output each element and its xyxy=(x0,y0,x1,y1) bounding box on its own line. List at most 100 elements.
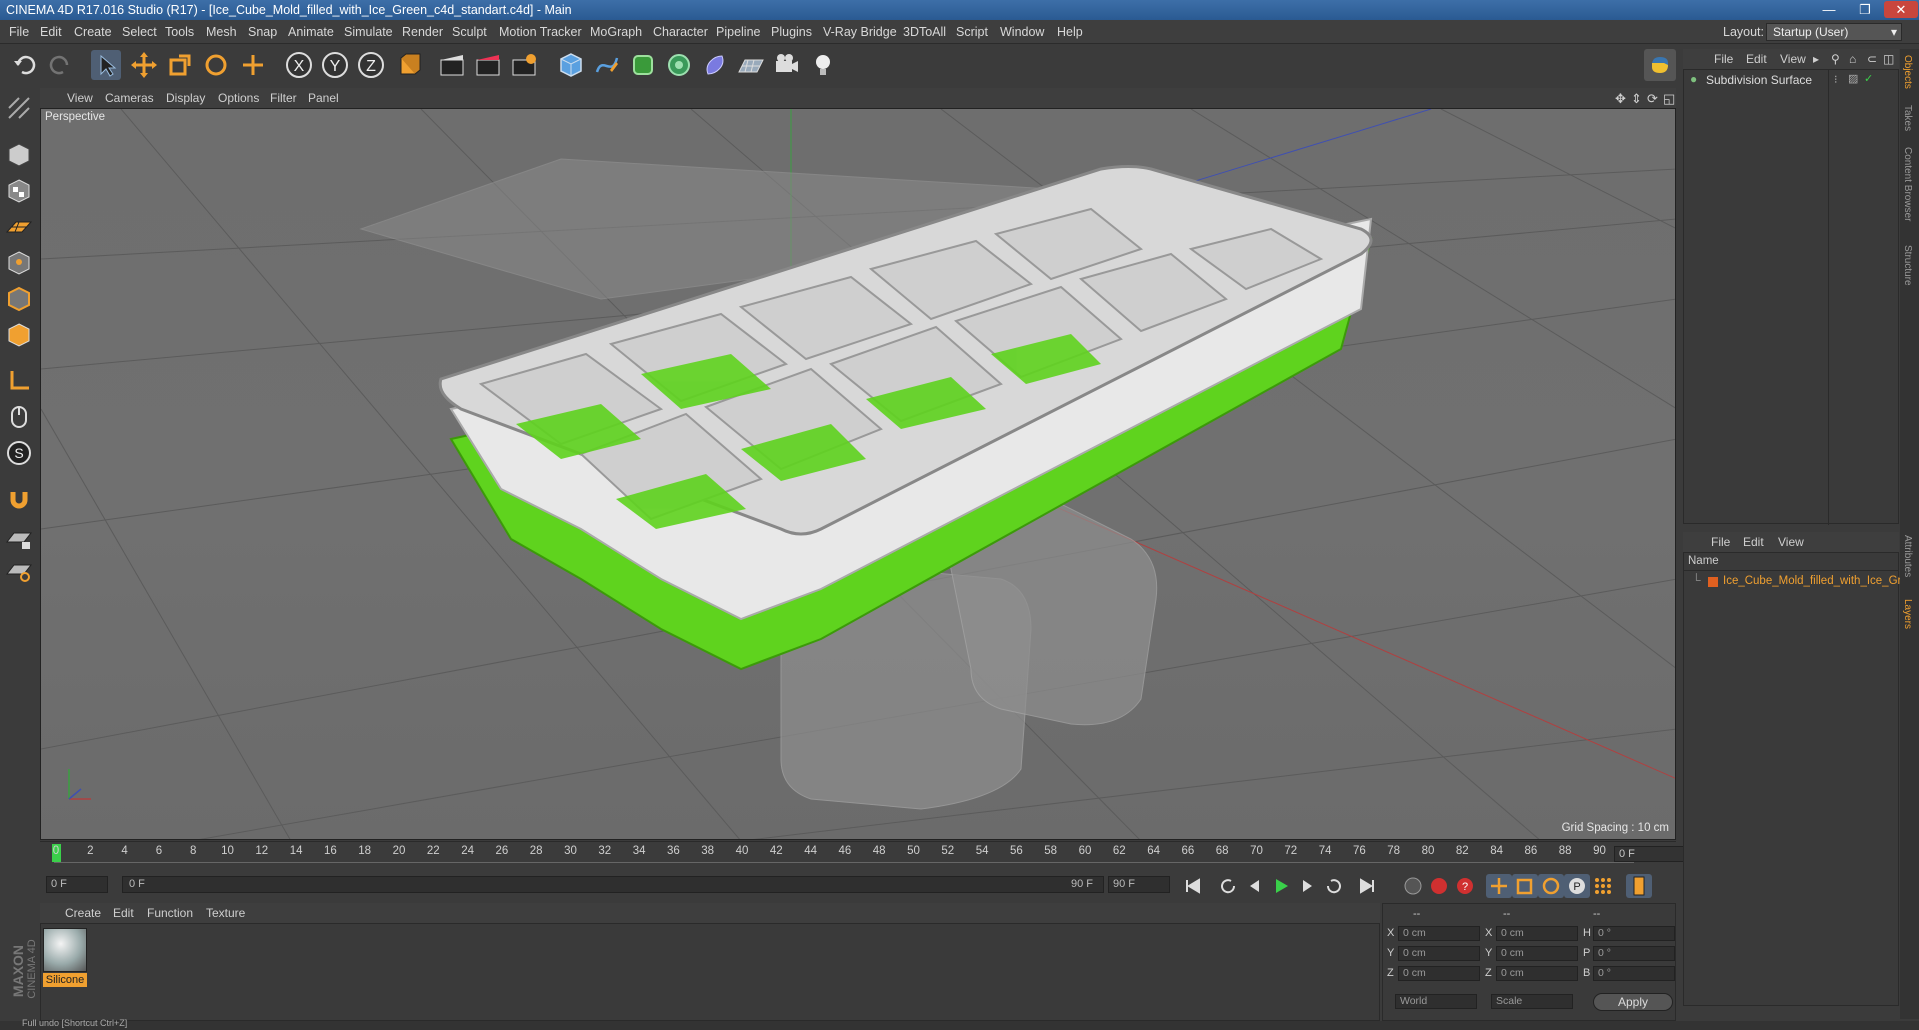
floor-button[interactable] xyxy=(736,50,766,80)
render-view-button[interactable] xyxy=(437,50,467,80)
light-button[interactable] xyxy=(808,50,838,80)
edges-mode-button[interactable] xyxy=(4,284,34,314)
cube-primitive-button[interactable] xyxy=(556,50,586,80)
coordinate-system-button[interactable] xyxy=(393,50,423,80)
render-settings-button[interactable] xyxy=(509,50,539,80)
perspective-viewport[interactable]: Perspective Grid Spacing : 10 cm xyxy=(40,108,1676,840)
bookmark-icon[interactable]: ⊂ xyxy=(1867,52,1877,66)
subdivision-surface-button[interactable] xyxy=(628,50,658,80)
select-tool-button[interactable] xyxy=(91,50,121,80)
timeline-ruler[interactable]: 0 2 4 6 8 10 12 14 16 18 20 22 24 26 28 30 32 34 36 38 40 42 4… xyxy=(40,841,1718,867)
axis-mode-button[interactable] xyxy=(4,366,34,396)
snap-button[interactable]: S xyxy=(4,438,34,468)
position-x-field[interactable]: 0 cm xyxy=(1398,926,1480,941)
menu-animate[interactable]: Animate xyxy=(288,25,334,39)
scale-tool-button[interactable] xyxy=(165,50,195,80)
menu-simulate[interactable]: Simulate xyxy=(344,25,393,39)
model-mode-button[interactable] xyxy=(4,140,34,170)
checkmark-icon[interactable]: ✓ xyxy=(1864,72,1873,85)
viewport-rotate-icon[interactable]: ⟳ xyxy=(1647,91,1658,107)
move-tool-button[interactable] xyxy=(129,50,159,80)
menu-file[interactable]: File xyxy=(9,25,29,39)
apply-button[interactable]: Apply xyxy=(1593,993,1673,1011)
material-name[interactable]: Silicone xyxy=(43,973,87,987)
size-mode-dropdown[interactable]: Scale xyxy=(1491,994,1573,1009)
rotate-tool-button[interactable] xyxy=(201,50,231,80)
tab-takes[interactable]: Takes xyxy=(1902,105,1913,131)
make-editable-button[interactable] xyxy=(4,93,34,123)
key-parameter-button[interactable]: P xyxy=(1564,874,1590,898)
close-button[interactable]: ✕ xyxy=(1884,1,1918,18)
viewport-menu-filter[interactable]: Filter xyxy=(270,91,297,105)
menu-create[interactable]: Create xyxy=(74,25,112,39)
previous-frame-button[interactable] xyxy=(1242,874,1268,898)
tab-layers[interactable]: Layers xyxy=(1902,599,1913,629)
objects-menu-file[interactable]: File xyxy=(1714,52,1733,66)
autokeying-button[interactable] xyxy=(1426,874,1452,898)
size-x-field[interactable]: 0 cm xyxy=(1496,926,1578,941)
coordinate-mode-dropdown[interactable]: World xyxy=(1395,994,1477,1009)
menu-vray-bridge[interactable]: V-Ray Bridge xyxy=(823,25,897,39)
material-menu-edit[interactable]: Edit xyxy=(113,906,134,920)
arrow-right-icon[interactable]: ▸ xyxy=(1813,52,1819,66)
previous-key-button[interactable] xyxy=(1216,874,1242,898)
menu-render[interactable]: Render xyxy=(402,25,443,39)
tab-content-browser[interactable]: Content Browser xyxy=(1902,147,1913,221)
viewport-menu-view[interactable]: View xyxy=(67,91,93,105)
lock-workplane-button[interactable] xyxy=(4,524,34,554)
texture-mode-button[interactable] xyxy=(4,176,34,206)
record-active-button[interactable] xyxy=(1400,874,1426,898)
menu-help[interactable]: Help xyxy=(1057,25,1083,39)
maximize-button[interactable]: ❐ xyxy=(1848,1,1882,18)
play-button[interactable] xyxy=(1268,874,1294,898)
deformer-button[interactable] xyxy=(700,50,730,80)
workplane-mode-button[interactable] xyxy=(4,212,34,242)
menu-window[interactable]: Window xyxy=(1000,25,1044,39)
tab-structure[interactable]: Structure xyxy=(1902,245,1913,286)
menu-edit[interactable]: Edit xyxy=(40,25,62,39)
viewport-maximize-icon[interactable]: ◱ xyxy=(1663,91,1675,107)
layers-menu-file[interactable]: File xyxy=(1711,535,1730,549)
material-thumbnail[interactable] xyxy=(43,928,87,972)
planar-workplane-button[interactable] xyxy=(4,556,34,586)
viewport-menu-cameras[interactable]: Cameras xyxy=(105,91,154,105)
menu-pipeline[interactable]: Pipeline xyxy=(716,25,760,39)
key-position-button[interactable] xyxy=(1486,874,1512,898)
key-rotation-button[interactable] xyxy=(1538,874,1564,898)
go-to-end-button[interactable] xyxy=(1354,874,1380,898)
mograph-cloner-button[interactable] xyxy=(664,50,694,80)
tweak-mode-button[interactable] xyxy=(4,402,34,432)
menu-mesh[interactable]: Mesh xyxy=(206,25,237,39)
python-button[interactable] xyxy=(1644,49,1676,81)
menu-plugins[interactable]: Plugins xyxy=(771,25,812,39)
size-y-field[interactable]: 0 cm xyxy=(1496,946,1578,961)
menu-script[interactable]: Script xyxy=(956,25,988,39)
menu-mograph[interactable]: MoGraph xyxy=(590,25,642,39)
camera-button[interactable] xyxy=(772,50,802,80)
viewport-menu-panel[interactable]: Panel xyxy=(308,91,339,105)
search-icon[interactable]: ⚲ xyxy=(1831,52,1840,66)
next-key-button[interactable] xyxy=(1320,874,1346,898)
menu-sculpt[interactable]: Sculpt xyxy=(452,25,487,39)
frame-range-slider[interactable]: 0 F 90 F xyxy=(122,876,1104,893)
rotation-h-field[interactable]: 0 ° xyxy=(1593,926,1675,941)
polygons-mode-button[interactable] xyxy=(4,320,34,350)
menu-character[interactable]: Character xyxy=(653,25,708,39)
redo-button[interactable] xyxy=(45,50,75,80)
edit-tag-icon[interactable]: ▨ xyxy=(1848,72,1858,85)
viewport-move-icon[interactable]: ✥ xyxy=(1615,91,1626,107)
start-frame-field[interactable]: 0 F xyxy=(46,876,108,893)
go-to-start-button[interactable] xyxy=(1180,874,1206,898)
menu-select[interactable]: Select xyxy=(122,25,157,39)
layers-menu-edit[interactable]: Edit xyxy=(1743,535,1764,549)
new-window-icon[interactable]: ◫ xyxy=(1883,52,1894,66)
object-row[interactable]: ● Subdivision Surface ⁝ ▨ ✓ xyxy=(1684,70,1884,90)
layout-dropdown[interactable]: Startup (User) ▾ xyxy=(1766,23,1902,41)
render-picture-viewer-button[interactable] xyxy=(473,50,503,80)
x-axis-button[interactable]: X xyxy=(284,50,314,80)
timeline-layout-button[interactable] xyxy=(1626,874,1652,898)
end-frame-field[interactable]: 90 F xyxy=(1108,876,1170,893)
tab-attributes[interactable]: Attributes xyxy=(1902,535,1913,577)
next-frame-button[interactable] xyxy=(1294,874,1320,898)
position-z-field[interactable]: 0 cm xyxy=(1398,966,1480,981)
